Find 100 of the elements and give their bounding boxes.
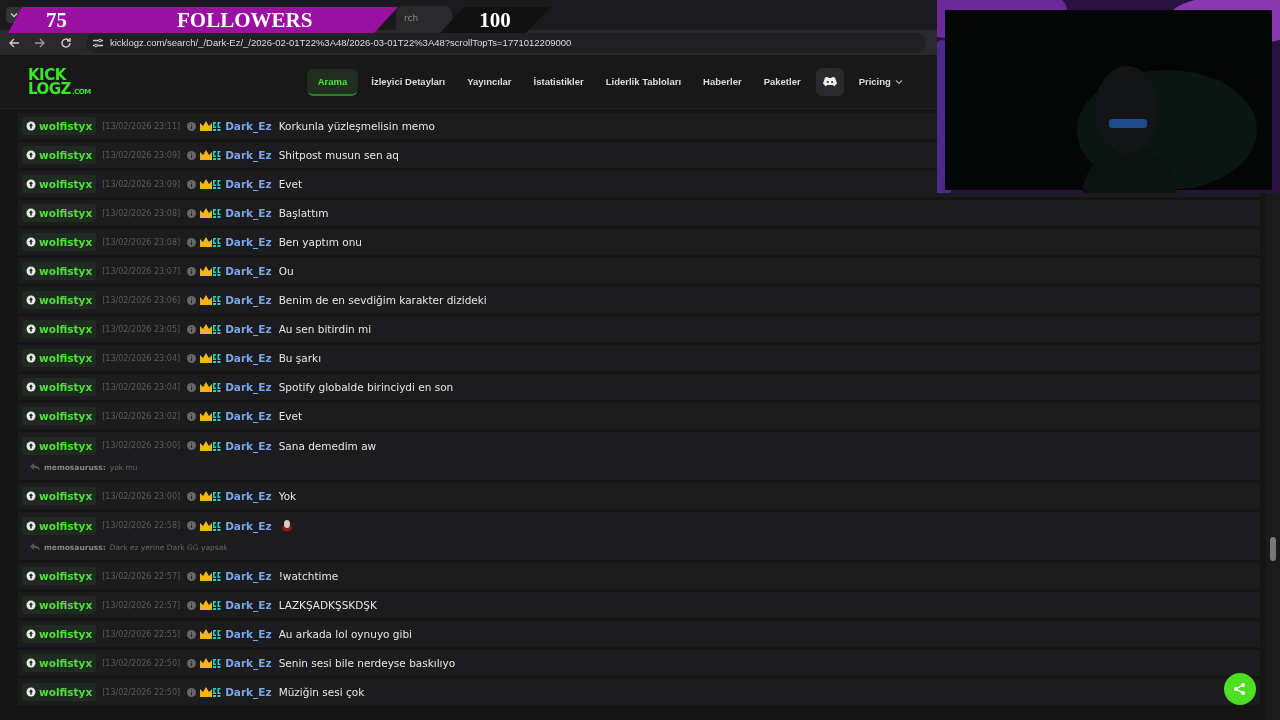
message-text: Senin sesi bile nerdeyse baskılıyo — [278, 657, 456, 669]
username-badge[interactable]: wolfistyx — [22, 596, 97, 614]
channel-name[interactable]: Dark_Ez — [225, 178, 272, 190]
info-icon[interactable] — [187, 600, 197, 610]
channel-name[interactable]: Dark_Ez — [225, 149, 272, 161]
nav-link[interactable]: Liderlik Tabloları — [594, 69, 693, 94]
message-text: Au arkada lol oynuyo gibi — [278, 628, 413, 640]
channel-name[interactable]: Dark_Ez — [225, 323, 272, 335]
message-text: Yok — [278, 490, 297, 502]
nav-link[interactable]: Haberler — [692, 69, 753, 94]
username-badge[interactable]: wolfistyx — [22, 436, 97, 455]
channel-name[interactable]: Dark_Ez — [225, 352, 272, 364]
timestamp: [13/02/2026 22:57] — [102, 600, 181, 610]
channel-name[interactable]: Dark_Ez — [225, 410, 272, 422]
info-icon[interactable] — [187, 411, 197, 421]
crown-badge-icon — [200, 236, 223, 248]
timestamp: [13/02/2026 22:50] — [102, 687, 181, 697]
reload-icon[interactable] — [60, 36, 72, 49]
username-badge[interactable]: wolfistyx — [22, 320, 97, 338]
info-icon[interactable] — [187, 441, 197, 450]
crown-badge-icon — [200, 686, 223, 698]
timestamp: [13/02/2026 22:55] — [102, 629, 181, 639]
username-badge[interactable]: wolfistyx — [22, 204, 97, 222]
info-icon[interactable] — [187, 208, 197, 218]
message-text: !watchtime — [278, 570, 339, 582]
info-icon[interactable] — [187, 687, 197, 697]
channel-name[interactable]: Dark_Ez — [225, 294, 272, 306]
channel-name[interactable]: Dark_Ez — [225, 686, 272, 698]
address-bar[interactable]: kicklogz.com/search/_/Dark-Ez/_/2026-02-01T22%3A48/2026-03-01T22%3A48?scrollTopTs=1771012209000 — [86, 32, 926, 53]
nav-link[interactable]: İstatistikler — [522, 69, 595, 94]
scrollbar[interactable] — [1266, 193, 1280, 720]
username-badge[interactable]: wolfistyx — [22, 291, 97, 309]
channel-name[interactable]: Dark_Ez — [225, 207, 272, 219]
info-icon[interactable] — [187, 295, 197, 305]
info-icon[interactable] — [187, 121, 197, 131]
timestamp: [13/02/2026 23:08] — [102, 208, 181, 218]
username-badge[interactable]: wolfistyx — [22, 487, 97, 505]
timestamp: [13/02/2026 23:07] — [102, 266, 181, 276]
info-icon[interactable] — [187, 382, 197, 392]
timestamp: [13/02/2026 23:00] — [102, 441, 181, 450]
info-icon[interactable] — [187, 521, 197, 530]
channel-name[interactable]: Dark_Ez — [225, 628, 272, 640]
info-icon[interactable] — [187, 179, 197, 189]
channel-name[interactable]: Dark_Ez — [225, 439, 272, 452]
site-settings-icon[interactable] — [92, 36, 104, 49]
pricing-menu[interactable]: Pricing — [847, 69, 914, 94]
channel-name[interactable]: Dark_Ez — [225, 657, 272, 669]
channel-name[interactable]: Dark_Ez — [225, 599, 272, 611]
timestamp: [13/02/2026 23:05] — [102, 324, 181, 334]
browser-tab[interactable]: rch — [396, 6, 452, 30]
message-text: LAZKŞADKŞSKDŞK — [278, 599, 377, 611]
info-icon[interactable] — [187, 658, 197, 668]
info-icon[interactable] — [187, 629, 197, 639]
crown-badge-icon — [200, 265, 223, 277]
username-badge[interactable]: wolfistyx — [22, 625, 97, 643]
crown-badge-icon — [200, 490, 223, 502]
timestamp: [13/02/2026 23:08] — [102, 237, 181, 247]
info-icon[interactable] — [187, 353, 197, 363]
nav-link[interactable]: Arama — [306, 69, 359, 94]
message-text: Ben yaptım onu — [278, 236, 362, 248]
channel-name[interactable]: Dark_Ez — [225, 236, 272, 248]
info-icon[interactable] — [187, 571, 197, 581]
channel-name[interactable]: Dark_Ez — [225, 570, 272, 582]
username-badge[interactable]: wolfistyx — [22, 516, 97, 535]
channel-name[interactable]: Dark_Ez — [225, 120, 272, 132]
discord-icon — [821, 75, 838, 88]
info-icon[interactable] — [187, 150, 197, 160]
back-icon[interactable] — [8, 36, 20, 49]
channel-name[interactable]: Dark_Ez — [225, 381, 272, 393]
channel-name[interactable]: Dark_Ez — [225, 265, 272, 277]
channel-name[interactable]: Dark_Ez — [225, 490, 272, 502]
info-icon[interactable] — [187, 237, 197, 247]
username-badge[interactable]: wolfistyx — [22, 378, 97, 396]
nav-link[interactable]: Paketler — [752, 69, 812, 94]
timestamp: [13/02/2026 23:11] — [102, 121, 181, 131]
username-badge[interactable]: wolfistyx — [22, 233, 97, 251]
info-icon[interactable] — [187, 491, 197, 501]
username-badge[interactable]: wolfistyx — [22, 146, 97, 164]
info-icon[interactable] — [187, 324, 197, 334]
username-badge[interactable]: wolfistyx — [22, 683, 97, 701]
username-badge[interactable]: wolfistyx — [22, 117, 97, 135]
info-icon[interactable] — [187, 266, 197, 276]
message-text: Korkunla yüzleşmelisin memo — [278, 120, 435, 132]
username-badge[interactable]: wolfistyx — [22, 262, 97, 280]
crown-badge-icon — [200, 323, 223, 335]
forward-icon[interactable] — [34, 36, 46, 49]
username-badge[interactable]: wolfistyx — [22, 567, 97, 585]
username-badge[interactable]: wolfistyx — [22, 654, 97, 672]
username-badge[interactable]: wolfistyx — [22, 175, 97, 193]
channel-name[interactable]: Dark_Ez — [225, 519, 272, 532]
nav-link[interactable]: İzleyici Detayları — [360, 69, 457, 94]
username-badge[interactable]: wolfistyx — [22, 407, 97, 425]
username-badge[interactable]: wolfistyx — [22, 349, 97, 367]
crown-badge-icon — [200, 439, 223, 452]
message-text: Sana demedim aw — [278, 439, 377, 452]
nav-link[interactable]: Yayıncılar — [456, 69, 523, 94]
message-text: Başlattım — [278, 207, 329, 219]
discord-button[interactable] — [815, 67, 844, 96]
crown-badge-icon — [200, 628, 223, 640]
message-text: Müziğin sesi çok — [278, 686, 365, 698]
